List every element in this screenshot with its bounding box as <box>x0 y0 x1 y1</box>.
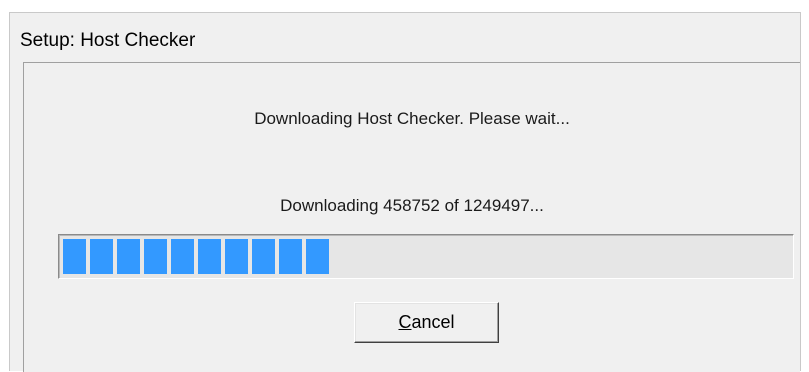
download-progress-bar <box>58 234 794 279</box>
dialog-content: Downloading Host Checker. Please wait...… <box>23 62 800 372</box>
setup-dialog-window: Setup: Host Checker Downloading Host Che… <box>9 12 801 372</box>
window-title: Setup: Host Checker <box>20 30 196 51</box>
cancel-label-rest: ancel <box>411 312 455 332</box>
progress-fill <box>63 239 329 274</box>
cancel-mnemonic: C <box>398 312 412 332</box>
download-message: Downloading Host Checker. Please wait... <box>254 109 570 128</box>
progress-track <box>63 239 789 274</box>
title-bar[interactable]: Setup: Host Checker <box>10 13 800 63</box>
cancel-button[interactable]: Cancel <box>354 302 499 343</box>
download-status: Downloading 458752 of 1249497... <box>280 196 544 215</box>
